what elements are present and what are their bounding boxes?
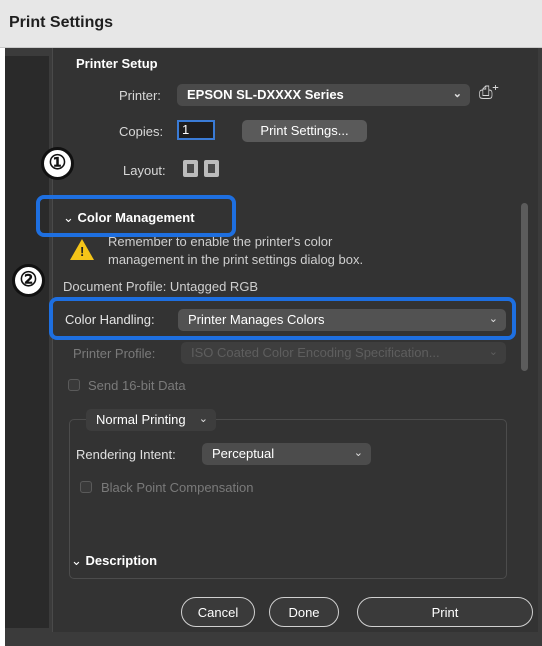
landscape-layout-icon[interactable] (204, 160, 219, 177)
add-printer-icon[interactable]: ⎙⁺ (479, 83, 498, 103)
printer-profile-label: Printer Profile: (73, 346, 156, 361)
normal-printing-value: Normal Printing (96, 412, 186, 427)
callout-number-1: ① (41, 147, 74, 180)
done-button[interactable]: Done (269, 597, 339, 627)
print-dialog: Printer Setup Printer: EPSON SL-DXXXX Se… (5, 48, 542, 646)
chevron-down-icon: ⌄ (452, 88, 462, 100)
chevron-down-icon: ⌄ (353, 447, 363, 459)
print-button[interactable]: Print (357, 597, 533, 627)
printer-select-value: EPSON SL-DXXXX Series (187, 87, 344, 102)
printer-label: Printer: (119, 88, 161, 103)
description-heading[interactable]: ⌄ Description (71, 553, 157, 569)
window-title: Print Settings (9, 14, 114, 31)
printer-setup-heading: Printer Setup (76, 56, 158, 71)
description-label: Description (85, 553, 158, 568)
rendering-intent-label: Rendering Intent: (76, 447, 176, 462)
warning-icon: ! (70, 239, 94, 260)
chevron-down-icon: ⌄ (71, 553, 86, 568)
callout-number-2: ② (12, 264, 45, 297)
print-preview-pane (5, 56, 49, 628)
document-profile: Document Profile: Untagged RGB (63, 279, 259, 294)
send-16bit-checkbox[interactable] (68, 379, 80, 391)
printer-profile-select[interactable]: ISO Coated Color Encoding Specification.… (181, 342, 506, 364)
rendering-intent-select[interactable]: Perceptual ⌄ (202, 443, 371, 465)
title-bar: Print Settings (0, 0, 542, 48)
settings-panel: Printer Setup Printer: EPSON SL-DXXXX Se… (52, 48, 538, 632)
printer-select[interactable]: EPSON SL-DXXXX Series ⌄ (177, 84, 470, 106)
scrollbar-thumb[interactable] (521, 203, 528, 371)
rendering-intent-value: Perceptual (212, 446, 275, 461)
normal-printing-select[interactable]: Normal Printing ⌄ (86, 409, 216, 431)
chevron-down-icon: ⌄ (488, 346, 498, 358)
copies-label: Copies: (119, 124, 164, 139)
cancel-button[interactable]: Cancel (181, 597, 255, 627)
layout-label: Layout: (123, 163, 166, 178)
black-point-label: Black Point Compensation (101, 480, 254, 495)
print-settings-button[interactable]: Print Settings... (242, 120, 367, 142)
portrait-layout-icon[interactable] (183, 160, 198, 177)
color-handling-callout (49, 297, 516, 340)
chevron-down-icon: ⌄ (198, 413, 208, 425)
send-16bit-label: Send 16-bit Data (88, 378, 186, 393)
black-point-checkbox[interactable] (80, 481, 92, 493)
color-management-callout (36, 195, 236, 237)
warning-line-2: management in the print settings dialog … (108, 252, 364, 267)
copies-input[interactable]: 1 (177, 120, 215, 140)
printer-profile-value: ISO Coated Color Encoding Specification.… (191, 345, 440, 360)
